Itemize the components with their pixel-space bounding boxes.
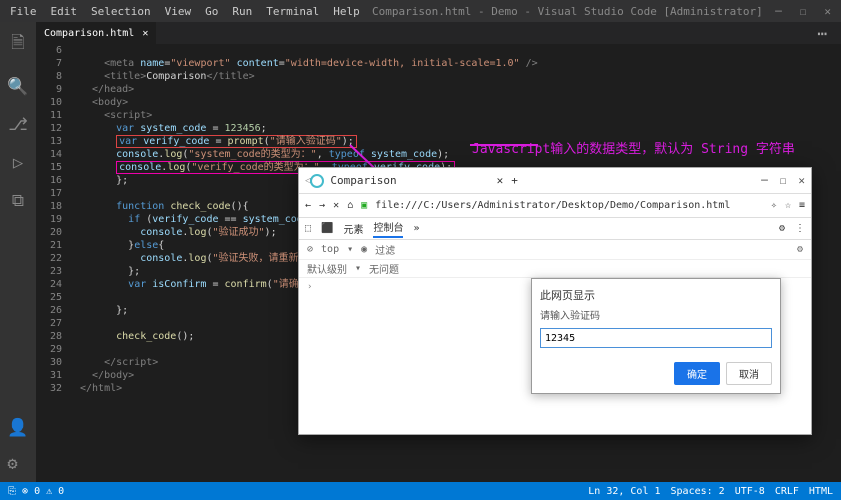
tab-close-icon[interactable]: ✕	[142, 28, 148, 39]
devtools-menu-icon[interactable]: ⋮	[795, 223, 805, 234]
account-icon[interactable]: 👤	[7, 418, 28, 438]
menu-file[interactable]: File	[10, 5, 37, 18]
maximize-icon[interactable]: ☐	[800, 5, 807, 18]
status-bar: ⎘ ⊗ 0 ⚠ 0 Ln 32, Col 1 Spaces: 2 UTF-8 C…	[0, 482, 841, 500]
menu-selection[interactable]: Selection	[91, 5, 151, 18]
status-encoding[interactable]: UTF-8	[735, 486, 765, 497]
line-gutter: 6789101112131415161718192021222324252627…	[36, 44, 72, 395]
tab-more-icon[interactable]: ⋯	[817, 24, 841, 43]
menu-help[interactable]: Help	[333, 5, 360, 18]
menu-icon[interactable]: ≡	[799, 200, 805, 211]
js-prompt-dialog: 此网页显示 请输入验证码 确定 取消	[531, 278, 781, 394]
devtools-elements-tab[interactable]: 元素	[343, 221, 363, 236]
menu-edit[interactable]: Edit	[51, 5, 78, 18]
browser-favicon	[310, 174, 324, 188]
browser-newtab-icon[interactable]: +	[511, 174, 518, 187]
status-spaces[interactable]: Spaces: 2	[671, 486, 725, 497]
device-icon[interactable]: ⬛	[321, 223, 333, 234]
menu-run[interactable]: Run	[232, 5, 252, 18]
devtools-filter-input[interactable]: 过滤	[375, 242, 395, 257]
prompt-cancel-button[interactable]: 取消	[726, 362, 772, 385]
status-errors[interactable]: ⊗ 0 ⚠ 0	[22, 486, 64, 497]
nav-back-icon[interactable]: ←	[305, 200, 311, 211]
secure-icon: ▣	[361, 200, 367, 211]
explorer-icon[interactable]: 🗎	[11, 30, 25, 59]
devtools-more-icon[interactable]: »	[413, 223, 419, 234]
inspect-icon[interactable]: ⬚	[305, 223, 311, 234]
debug-icon[interactable]: ▷	[13, 153, 23, 173]
status-lang[interactable]: HTML	[809, 486, 833, 497]
minimize-icon[interactable]: ─	[775, 5, 782, 18]
search-icon[interactable]: 🔍	[7, 77, 28, 97]
browser-tab-close-icon[interactable]: ✕	[497, 174, 504, 187]
reader-icon[interactable]: ✧	[771, 200, 777, 211]
browser-tab-title: Comparison	[330, 174, 396, 187]
activity-bar: 🗎 🔍 ⎇ ▷ ⧉ 👤 ⚙	[0, 22, 36, 482]
browser-maximize-icon[interactable]: ☐	[780, 174, 787, 187]
nav-home-icon[interactable]: ⌂	[347, 200, 353, 211]
menu-bar: File Edit Selection View Go Run Terminal…	[0, 5, 360, 18]
window-title: Comparison.html - Demo - Visual Studio C…	[360, 5, 775, 18]
nav-reload-icon[interactable]: ✕	[333, 200, 339, 211]
menu-view[interactable]: View	[165, 5, 192, 18]
status-eol[interactable]: CRLF	[775, 486, 799, 497]
settings-icon[interactable]: ⚙	[7, 454, 28, 474]
menu-terminal[interactable]: Terminal	[266, 5, 319, 18]
devtools-level-select[interactable]: 默认级别	[307, 261, 347, 276]
devtools-top-select[interactable]: top	[321, 244, 339, 255]
prompt-title: 此网页显示	[540, 287, 772, 303]
tab-label: Comparison.html	[44, 28, 134, 39]
devtools-eye-icon[interactable]: ◉	[361, 244, 367, 255]
bookmark-icon[interactable]: ☆	[785, 200, 791, 211]
devtools-settings-icon[interactable]: ⚙	[779, 223, 785, 234]
nav-forward-icon[interactable]: →	[319, 200, 325, 211]
devtools-console-tab[interactable]: 控制台	[373, 219, 403, 238]
source-control-icon[interactable]: ⎇	[8, 115, 28, 135]
browser-minimize-icon[interactable]: ─	[761, 174, 768, 187]
browser-window: ◁ Comparison ✕ + ─ ☐ ✕ ← → ✕ ⌂ ▣ file://…	[298, 167, 812, 435]
devtools-clear-icon[interactable]: ⊘	[307, 244, 313, 255]
address-bar[interactable]: file:///C:/Users/Administrator/Desktop/D…	[375, 200, 763, 211]
status-remote-icon[interactable]: ⎘	[8, 486, 16, 497]
annotation-text: Javascript输入的数据类型，默认为 String 字符串	[472, 138, 795, 157]
close-icon[interactable]: ✕	[824, 5, 831, 18]
status-lncol[interactable]: Ln 32, Col 1	[588, 486, 660, 497]
extensions-icon[interactable]: ⧉	[12, 191, 24, 211]
prompt-message: 请输入验证码	[540, 307, 772, 322]
devtools-no-issues: 无问题	[369, 261, 399, 276]
menu-go[interactable]: Go	[205, 5, 218, 18]
editor-tab[interactable]: Comparison.html ✕	[36, 22, 157, 44]
prompt-ok-button[interactable]: 确定	[674, 362, 720, 385]
browser-close-icon[interactable]: ✕	[798, 174, 805, 187]
prompt-input[interactable]	[540, 328, 772, 348]
devtools-filter-settings-icon[interactable]: ⚙	[797, 244, 803, 255]
